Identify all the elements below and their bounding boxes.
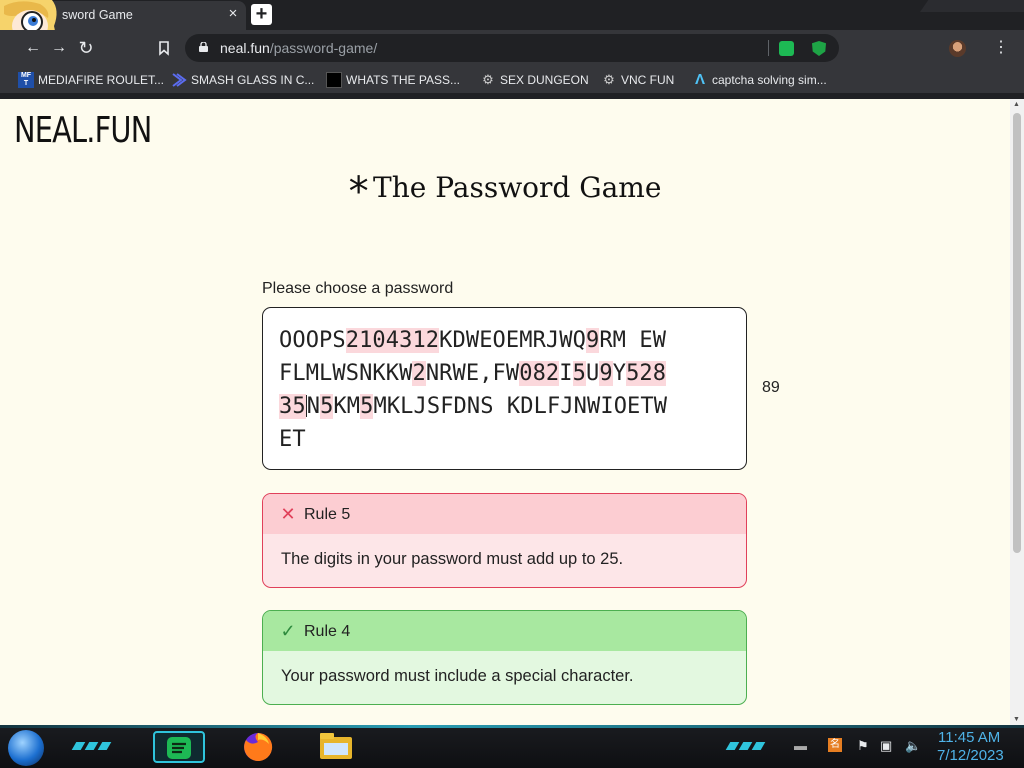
site-logo[interactable]: NEAL.FUN bbox=[14, 110, 152, 151]
clock-date[interactable]: 7/12/2023 bbox=[937, 747, 1004, 764]
password-prompt: Please choose a password bbox=[262, 280, 454, 297]
tab-strip: sword Game × + bbox=[0, 0, 1024, 30]
bookmark-label: SEX DUNGEON bbox=[500, 73, 589, 87]
profile-avatar[interactable] bbox=[949, 40, 966, 57]
asterisk-icon: * bbox=[348, 169, 369, 215]
scroll-thumb[interactable] bbox=[1013, 113, 1021, 553]
page-scrollbar[interactable]: ▲ ▼ bbox=[1010, 99, 1024, 725]
bookmark-vnc-fun[interactable]: ⚙ VNC FUN bbox=[603, 72, 675, 88]
clock-time[interactable]: 11:45 AM bbox=[938, 729, 1000, 746]
password-line-2: FLMLWSNKKW2NRWE,FW082I5U9Y528 bbox=[279, 361, 667, 386]
smash-glass-icon bbox=[172, 73, 187, 87]
back-icon[interactable]: ← bbox=[22, 37, 44, 59]
password-line-1: OOOPS2104312KDWEOEMRJWQ9RM EW bbox=[279, 328, 667, 353]
sex-dungeon-icon: ⚙ bbox=[482, 72, 494, 87]
rule-description: The digits in your password must add up … bbox=[281, 550, 624, 568]
character-count: 89 bbox=[762, 379, 780, 396]
bookmark-captcha[interactable]: Λ captcha solving sim... bbox=[695, 72, 827, 88]
check-icon: ✓ bbox=[280, 621, 296, 641]
whats-the-pass-icon bbox=[326, 72, 342, 88]
lock-icon bbox=[199, 42, 208, 52]
shield-extension-icon[interactable] bbox=[812, 41, 826, 56]
bookmark-icon[interactable] bbox=[155, 39, 173, 57]
bookmark-label: SMASH GLASS IN C... bbox=[191, 73, 315, 87]
page-title-text: The Password Game bbox=[373, 171, 662, 204]
bookmark-label: captcha solving sim... bbox=[712, 73, 827, 87]
address-bar[interactable]: neal.fun/password-game/ bbox=[185, 34, 839, 62]
window-controls[interactable] bbox=[920, 0, 1024, 12]
scroll-up-icon[interactable]: ▲ bbox=[1013, 101, 1020, 108]
password-line-3: 35N5KM5MKLJSFDNS KDLFJNWIOETW bbox=[279, 394, 668, 419]
rule-5-card: ✕ Rule 5 The digits in your password mus… bbox=[262, 493, 747, 588]
spotify-icon bbox=[167, 737, 191, 759]
page-content: NEAL.FUN * The Password Game Please choo… bbox=[0, 99, 1010, 725]
cross-icon: ✕ bbox=[280, 504, 296, 524]
rule-4-card: ✓ Rule 4 Your password must include a sp… bbox=[262, 610, 747, 705]
spotify-taskbar-button[interactable] bbox=[153, 731, 205, 763]
taskbar-decoration bbox=[725, 737, 772, 755]
rule-header: ✓ Rule 4 bbox=[263, 611, 746, 651]
tab-title: sword Game bbox=[62, 8, 133, 22]
menu-icon[interactable]: ⋮ bbox=[990, 37, 1012, 59]
spotify-extension-icon[interactable] bbox=[779, 41, 794, 56]
bookmark-label: VNC FUN bbox=[621, 73, 675, 87]
start-button[interactable] bbox=[8, 730, 44, 766]
password-input[interactable]: OOOPS2104312KDWEOEMRJWQ9RM EW FLMLWSNKKW… bbox=[262, 307, 747, 470]
bookmark-whats-the-pass[interactable]: WHATS THE PASS... bbox=[326, 72, 461, 88]
mediafire-icon: MF T bbox=[18, 72, 34, 88]
captcha-icon: Λ bbox=[694, 71, 705, 88]
scroll-down-icon[interactable]: ▼ bbox=[1013, 716, 1020, 723]
extension-separator bbox=[768, 40, 769, 56]
taskbar-accent bbox=[0, 725, 1024, 728]
taskbar: ▬ 名 ⚑ ▣ 🔈 11:45 AM 7/12/2023 bbox=[0, 725, 1024, 768]
page-title: * The Password Game bbox=[0, 169, 1010, 215]
tab-close-button[interactable]: × bbox=[224, 5, 242, 23]
url-text: neal.fun/password-game/ bbox=[220, 40, 377, 56]
action-center-flag-icon[interactable]: ⚑ bbox=[857, 738, 869, 754]
forward-icon[interactable]: → bbox=[48, 37, 70, 59]
bookmark-smash-glass[interactable]: SMASH GLASS IN C... bbox=[172, 72, 315, 88]
bookmark-sex-dungeon[interactable]: ⚙ SEX DUNGEON bbox=[482, 72, 589, 88]
network-icon[interactable]: ▣ bbox=[880, 738, 892, 754]
url-domain: neal.fun bbox=[220, 40, 270, 56]
volume-icon[interactable]: 🔈 bbox=[905, 738, 921, 754]
file-explorer-icon[interactable] bbox=[319, 731, 353, 761]
browser-toolbar: ← → ↻ neal.fun/password-game/ ⋮ bbox=[0, 30, 1024, 66]
new-tab-button[interactable]: + bbox=[251, 4, 272, 25]
bookmark-mediafire[interactable]: MF T MEDIAFIRE ROULET... bbox=[18, 72, 165, 88]
taskbar-decoration bbox=[71, 737, 118, 755]
url-path: /password-game/ bbox=[269, 40, 378, 56]
rule-header: ✕ Rule 5 bbox=[263, 494, 746, 534]
rule-description: Your password must include a special cha… bbox=[281, 667, 634, 685]
rule-title: Rule 4 bbox=[304, 623, 351, 640]
firefox-icon[interactable] bbox=[241, 730, 275, 764]
password-line-4: ET bbox=[279, 427, 306, 452]
show-hidden-icons[interactable]: ▬ bbox=[794, 738, 807, 753]
bookmark-label: WHATS THE PASS... bbox=[346, 73, 461, 87]
bookmark-label: MEDIAFIRE ROULET... bbox=[38, 73, 165, 87]
reload-icon[interactable]: ↻ bbox=[75, 37, 97, 59]
vnc-fun-icon: ⚙ bbox=[603, 72, 615, 87]
rule-title: Rule 5 bbox=[304, 506, 351, 523]
bookmarks-bar: MF T MEDIAFIRE ROULET... SMASH GLASS IN C… bbox=[0, 66, 1024, 94]
tray-app-icon[interactable]: 名 bbox=[828, 738, 842, 752]
